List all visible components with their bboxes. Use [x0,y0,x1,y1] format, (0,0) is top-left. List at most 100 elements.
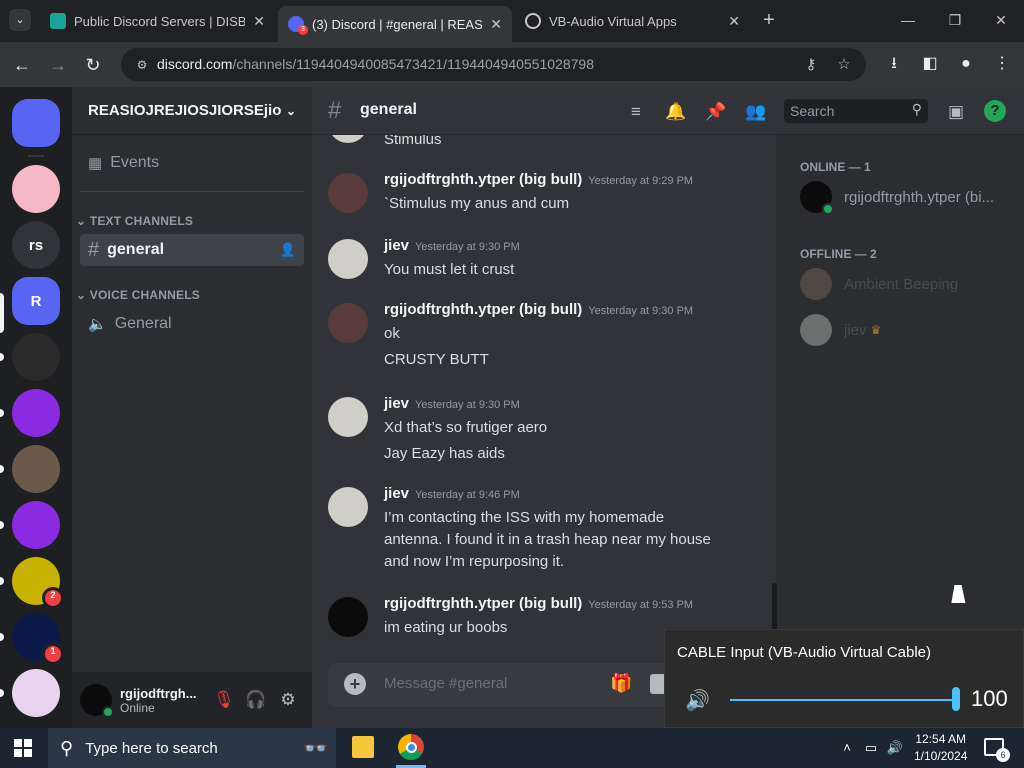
unread-indicator [0,689,4,697]
add-attachment-icon[interactable]: + [344,673,366,695]
member-name: rgijodftrghth.ytper (bi... [844,188,995,206]
tab-disboard[interactable]: Public Discord Servers | DISBOA ✕ [40,6,275,36]
category-text-channels[interactable]: ⌄ TEXT CHANNELS [76,214,193,228]
volume-slider-track[interactable] [730,687,960,711]
close-tab-icon[interactable]: ✕ [490,16,502,33]
server-icon[interactable]: R [12,277,60,325]
url-text[interactable]: discord.com/channels/1194404940085473421… [157,56,594,72]
message-author[interactable]: jiev [384,237,409,254]
message-text: I’m contacting the ISS with my homemade [384,509,665,526]
member-item[interactable]: jiev ♛ [800,310,1015,350]
taskbar-search-box[interactable]: ⚲ Type here to search 👓 [48,728,336,768]
channel-sidebar: REASIOJREJIOSJIORSEjio ⌄ ▦ Events ⌄ TEXT… [72,87,312,728]
reload-button[interactable]: ↻ [80,52,106,78]
threads-icon[interactable]: ≡ [624,100,648,124]
avatar[interactable] [328,239,368,279]
add-member-icon[interactable]: 👤 [280,242,296,258]
volume-slider-thumb[interactable] [952,687,960,711]
search-input[interactable]: Search ⚲ [784,99,928,123]
volume-icon[interactable]: 🔊 [886,738,904,758]
close-tab-icon[interactable]: ✕ [253,13,265,30]
chevron-up-icon[interactable]: ˄ [838,738,856,758]
server-icon[interactable] [12,165,60,213]
avatar[interactable] [328,597,368,637]
message-timestamp: Yesterday at 9:30 PM [588,305,694,317]
headphones-icon[interactable]: 🎧 [240,690,272,710]
file-explorer-icon[interactable] [352,736,374,758]
server-icon[interactable] [12,501,60,549]
help-icon[interactable]: ? [984,100,1006,122]
message-author[interactable]: jiev [384,395,409,412]
avatar[interactable] [328,303,368,343]
avatar[interactable] [80,684,114,718]
message-text: `Stimulus my anus and cum [384,195,570,212]
pin-icon[interactable]: 📌 [704,100,728,124]
tab-discord[interactable]: 3 (3) Discord | #general | REASIO ✕ [278,6,512,42]
member-list-icon[interactable]: 👥 [744,100,768,124]
close-tab-icon[interactable]: ✕ [728,13,740,30]
network-icon[interactable]: ▭ [862,738,880,758]
server-icon[interactable] [12,669,60,717]
close-window-button[interactable]: ✕ [986,8,1016,32]
message-text: and now I’m repurposing it. [384,553,565,570]
message-author[interactable]: rgijodftrghth.ytper (big bull) [384,171,582,188]
avatar[interactable] [328,173,368,213]
chrome-icon[interactable] [398,734,424,760]
forward-button[interactable]: → [45,52,71,78]
gift-icon[interactable]: 🎁 [610,673,632,694]
server-header[interactable]: REASIOJREJIOSJIORSEjio ⌄ [72,87,312,135]
member-item[interactable]: Ambient Beeping [800,264,1015,304]
side-panel-icon[interactable]: ◧ [918,52,942,76]
url-path: /channels/1194404940085473421/1194404940… [232,56,594,72]
back-button[interactable]: ← [9,52,35,78]
avatar[interactable] [328,397,368,437]
inbox-icon[interactable]: ▣ [944,100,968,124]
microphone-muted-icon[interactable]: 🎙 [208,690,240,710]
avatar [800,268,832,300]
search-icon: ⚲ [911,101,922,117]
message-author[interactable]: rgijodftrghth.ytper (big bull) [384,595,582,612]
clock-time: 12:54 AM [915,732,967,746]
message-author[interactable]: rgijodftrghth.ytper (big bull) [384,301,582,318]
key-icon[interactable]: ⚷ [801,55,821,75]
divider [80,191,304,192]
tab-search-button[interactable]: ⌄ [9,9,31,31]
scrollbar[interactable] [772,583,777,633]
direct-messages-button[interactable] [12,99,60,147]
message-text: You must let it crust [384,261,515,278]
windows-taskbar: ⚲ Type here to search 👓 ˄ ▭ 🔊 12:54 AM 1… [0,728,1024,768]
bookmark-star-icon[interactable]: ☆ [834,55,854,75]
chevron-down-icon: ⌄ [285,103,296,118]
menu-icon[interactable]: ⋮ [990,52,1014,76]
channel-general[interactable]: # general 👤 [80,234,304,266]
category-voice-channels[interactable]: ⌄ VOICE CHANNELS [76,288,200,302]
windows-start-icon[interactable] [14,739,32,757]
clock[interactable]: 12:54 AM 1/10/2024 [914,731,967,765]
mention-badge: 2 [42,587,64,609]
speaker-volume-icon[interactable]: 🔊 [685,688,710,713]
audio-device-name[interactable]: CABLE Input (VB-Audio Virtual Cable) [677,644,931,661]
server-icon[interactable] [12,445,60,493]
server-icon[interactable] [12,333,60,381]
profile-icon[interactable]: ● [954,52,978,76]
message-author[interactable]: jiev [384,485,409,502]
site-info-icon[interactable]: ⚙ [133,56,151,74]
download-icon[interactable]: ⭳ [882,52,906,76]
address-bar[interactable]: ⚙ discord.com/channels/11944049400854734… [121,48,866,81]
settings-gear-icon[interactable]: ⚙ [272,690,304,710]
message-text: antenna. I found it in a trash heap near… [384,531,711,548]
browser-toolbar: ← → ↻ ⚙ discord.com/channels/11944049400… [0,42,1024,87]
minimize-button[interactable]: — [893,8,923,32]
volume-slider-fill [730,699,956,701]
server-icon[interactable]: rs [12,221,60,269]
notifications-icon[interactable]: 6 [984,738,1010,762]
tab-vb-audio[interactable]: VB-Audio Virtual Apps ✕ [515,6,750,36]
bell-icon[interactable]: 🔔 [664,100,688,124]
avatar[interactable] [328,487,368,527]
voice-channel-general[interactable]: 🔈 General [80,308,304,340]
member-item[interactable]: rgijodftrghth.ytper (bi... [800,177,1015,217]
server-icon[interactable] [12,389,60,437]
events-item[interactable]: ▦ Events [80,147,304,179]
restore-button[interactable]: ❐ [940,8,970,32]
new-tab-button[interactable]: + [758,9,780,31]
